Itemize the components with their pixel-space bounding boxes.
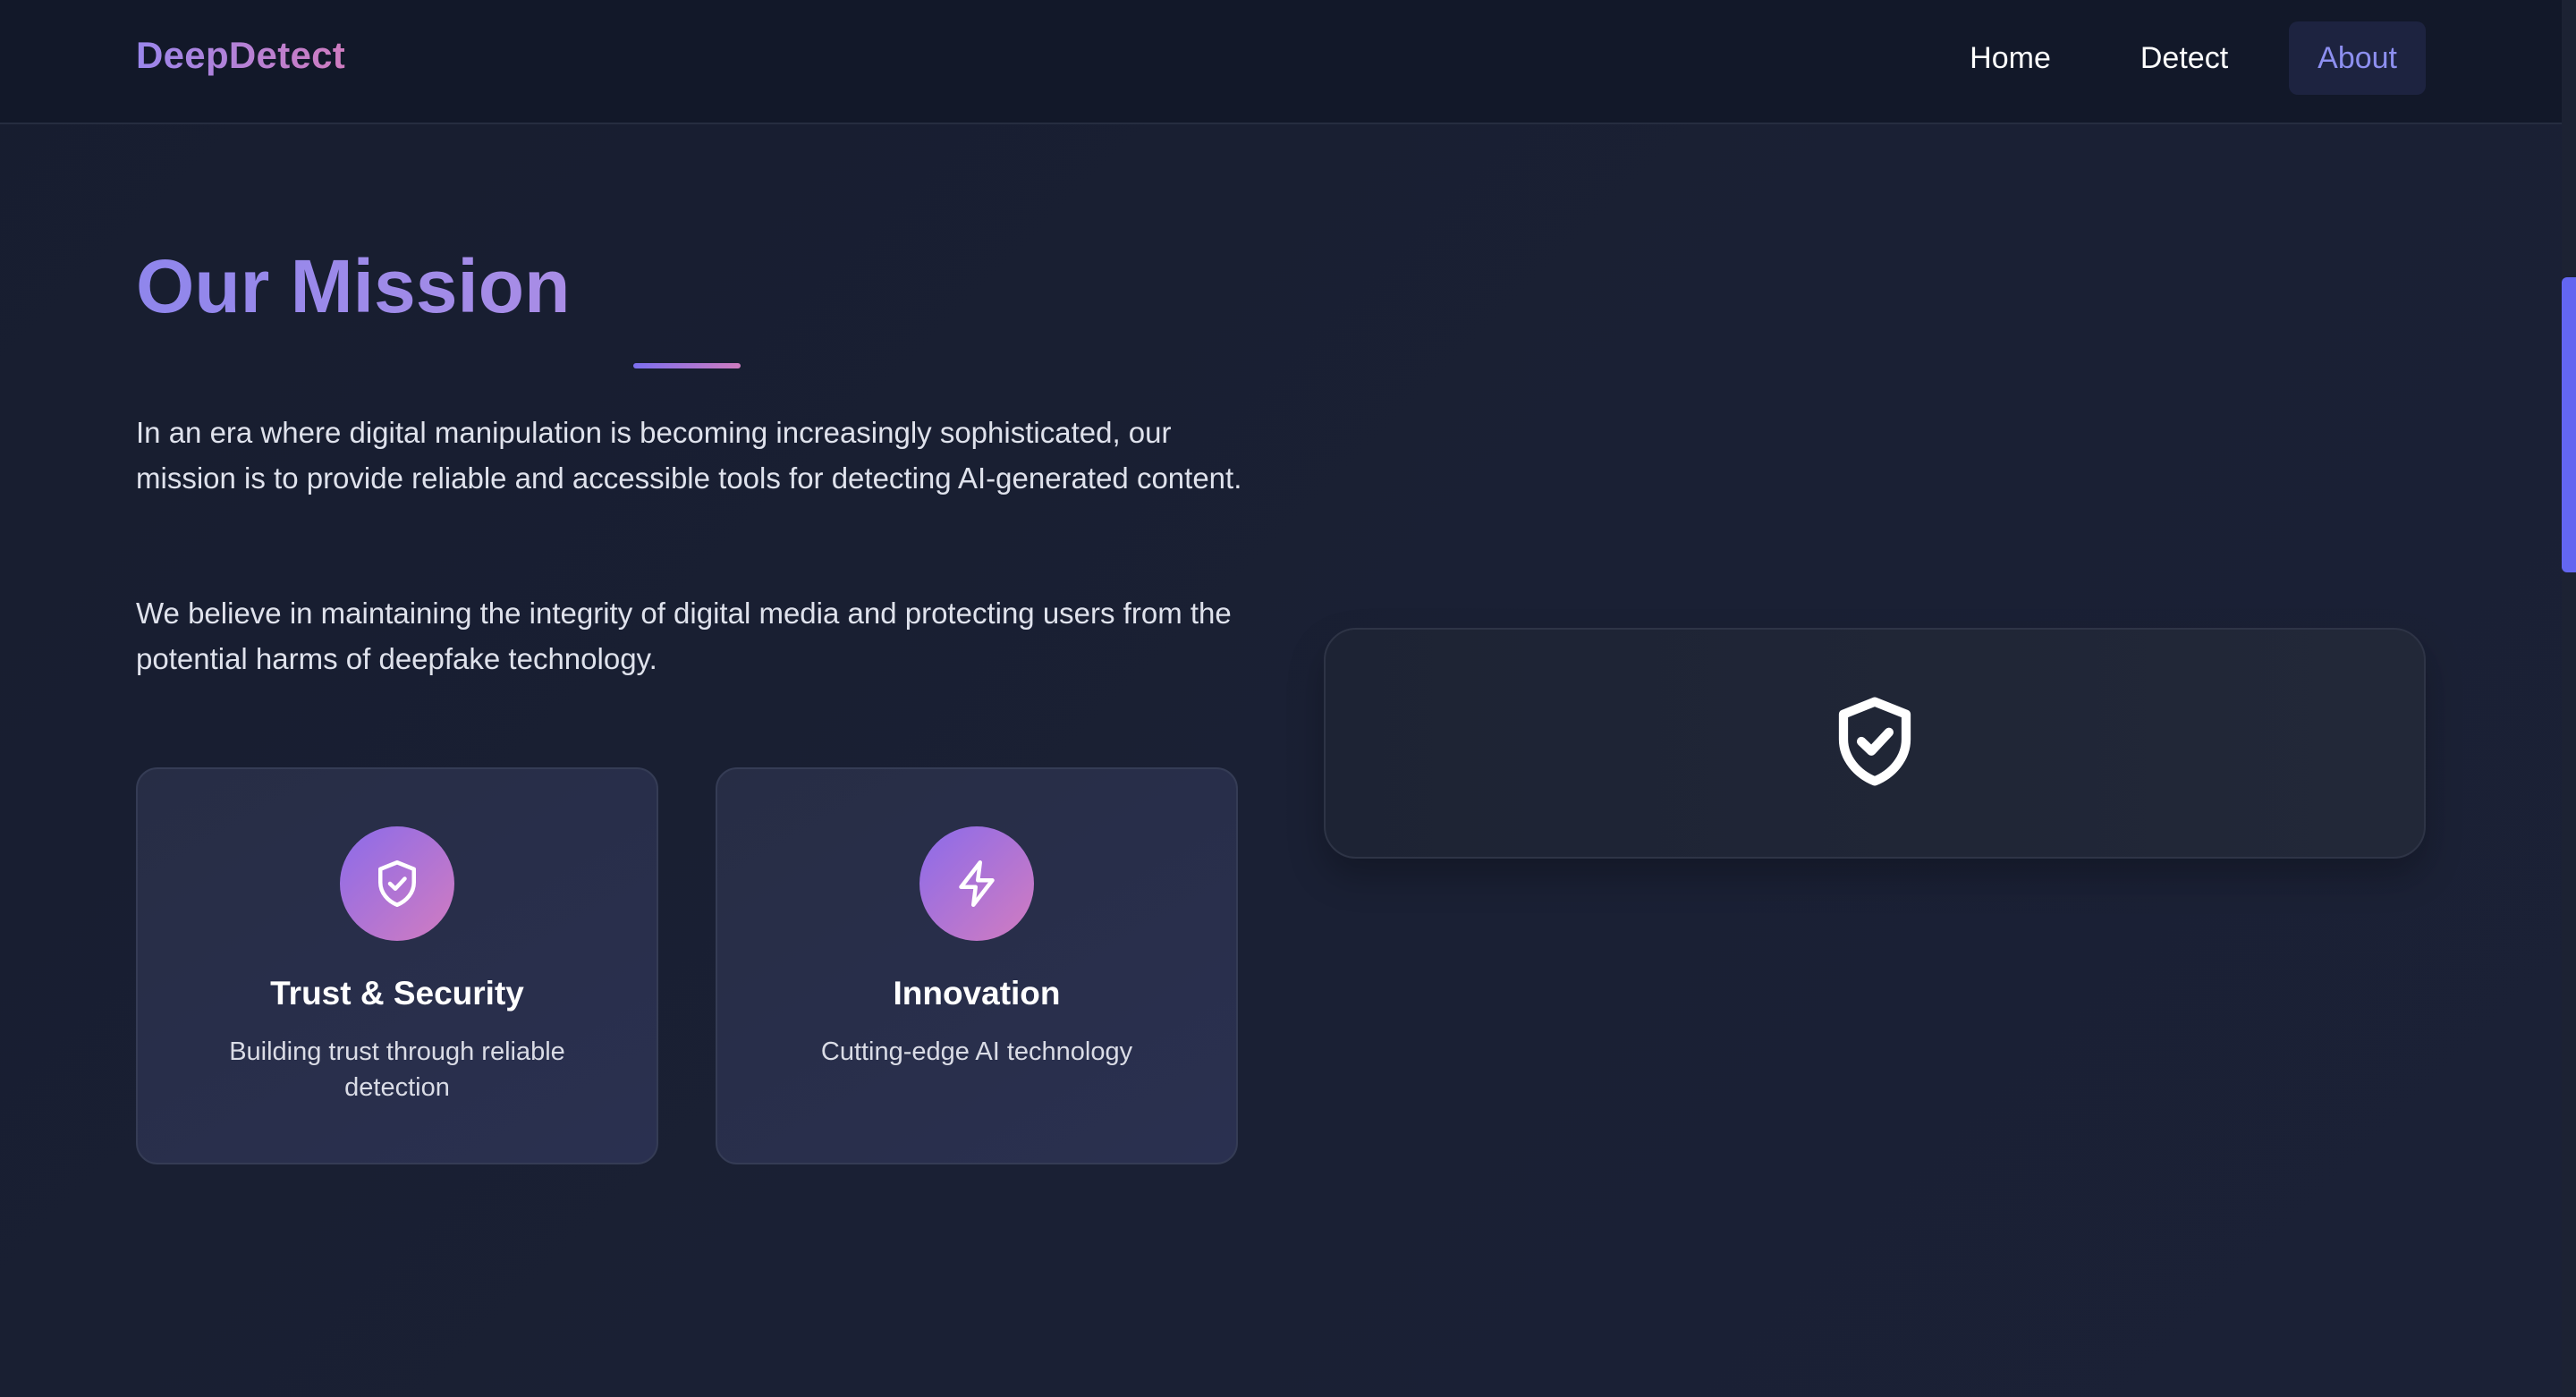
lightning-icon — [919, 826, 1034, 941]
feature-card-trust: Trust & Security Building trust through … — [136, 767, 658, 1164]
shield-check-icon — [340, 826, 454, 941]
mission-paragraph-2: We believe in maintaining the integrity … — [136, 597, 1232, 675]
nav-detect-link[interactable]: Detect — [2112, 21, 2257, 95]
scrollbar[interactable] — [2562, 0, 2576, 1397]
feature-description: Cutting-edge AI technology — [820, 1037, 1133, 1066]
about-page: DeepDetect Home Detect About Our Mission… — [0, 0, 2576, 1397]
scrollbar-thumb[interactable] — [2562, 277, 2576, 572]
feature-description: Building trust through reliable detectio… — [229, 1037, 565, 1102]
feature-card-innovation: Innovation Cutting-edge AI technology — [716, 767, 1238, 1164]
navbar: DeepDetect Home Detect About — [0, 0, 2562, 124]
shield-check-icon — [1825, 691, 1925, 796]
feature-title: Innovation — [893, 975, 1061, 1012]
brand-logo[interactable]: DeepDetect — [136, 34, 345, 77]
feature-title: Trust & Security — [270, 975, 524, 1012]
mission-paragraph-1: In an era where digital manipulation is … — [136, 416, 1242, 495]
nav-links: Home Detect About — [1941, 21, 2426, 95]
nav-home-link[interactable]: Home — [1941, 21, 2080, 95]
title-underline — [633, 363, 741, 368]
nav-about-link[interactable]: About — [2289, 21, 2426, 95]
shield-panel — [1324, 628, 2426, 859]
mission-title: Our Mission — [136, 244, 571, 328]
